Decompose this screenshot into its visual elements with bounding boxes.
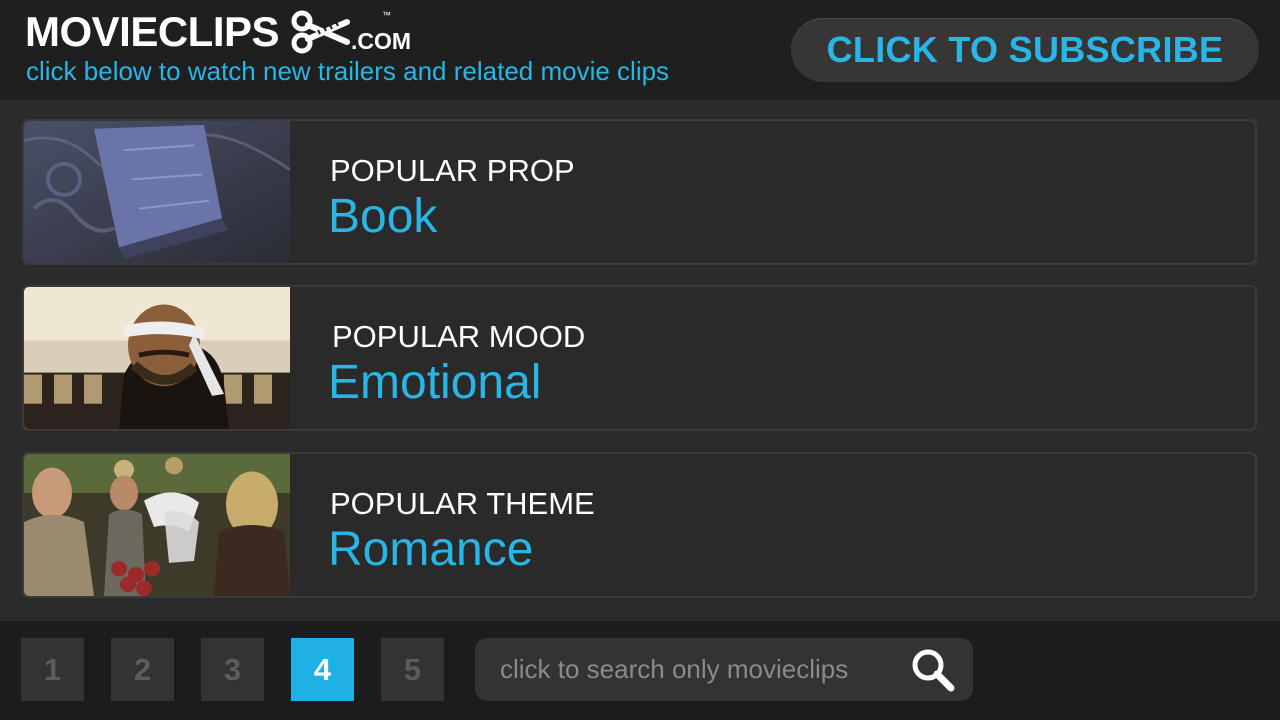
market-crowd-thumbnail <box>24 454 290 596</box>
tagline: click below to watch new trailers and re… <box>26 56 670 86</box>
movieclips-logo[interactable]: MOVIECLIPS .COM ™ <box>25 8 411 56</box>
card-value: Emotional <box>328 356 542 409</box>
search-placeholder: click to search only movieclips <box>500 654 849 684</box>
card-label: POPULAR THEME <box>330 486 595 521</box>
card-value: Romance <box>328 523 534 576</box>
page-2-button[interactable]: 2 <box>111 638 174 701</box>
card-value: Book <box>328 190 438 243</box>
category-card-prop[interactable]: POPULAR PROP Book <box>22 119 1257 265</box>
header: MOVIECLIPS .COM ™ click below to watch n… <box>0 0 1280 100</box>
category-card-theme[interactable]: POPULAR THEME Romance <box>22 452 1257 598</box>
page-1-button[interactable]: 1 <box>21 638 84 701</box>
brand-domain: .COM <box>351 27 412 54</box>
search-icon[interactable] <box>909 646 957 694</box>
scissors-icon <box>291 10 351 54</box>
category-card-mood[interactable]: POPULAR MOOD Emotional <box>22 285 1257 431</box>
card-label: POPULAR MOOD <box>332 319 586 354</box>
search-input[interactable]: click to search only movieclips <box>475 638 973 701</box>
footer: 1 2 3 4 5 click to search only movieclip… <box>0 621 1280 720</box>
subscribe-button[interactable]: CLICK TO SUBSCRIBE <box>791 18 1259 82</box>
trademark: ™ <box>382 10 391 20</box>
page-5-button[interactable]: 5 <box>381 638 444 701</box>
book-thumbnail <box>24 121 290 263</box>
brand-name: MOVIECLIPS <box>25 8 280 55</box>
card-label: POPULAR PROP <box>330 153 575 188</box>
man-headband-thumbnail <box>24 287 290 429</box>
page-3-button[interactable]: 3 <box>201 638 264 701</box>
page-4-button[interactable]: 4 <box>291 638 354 701</box>
